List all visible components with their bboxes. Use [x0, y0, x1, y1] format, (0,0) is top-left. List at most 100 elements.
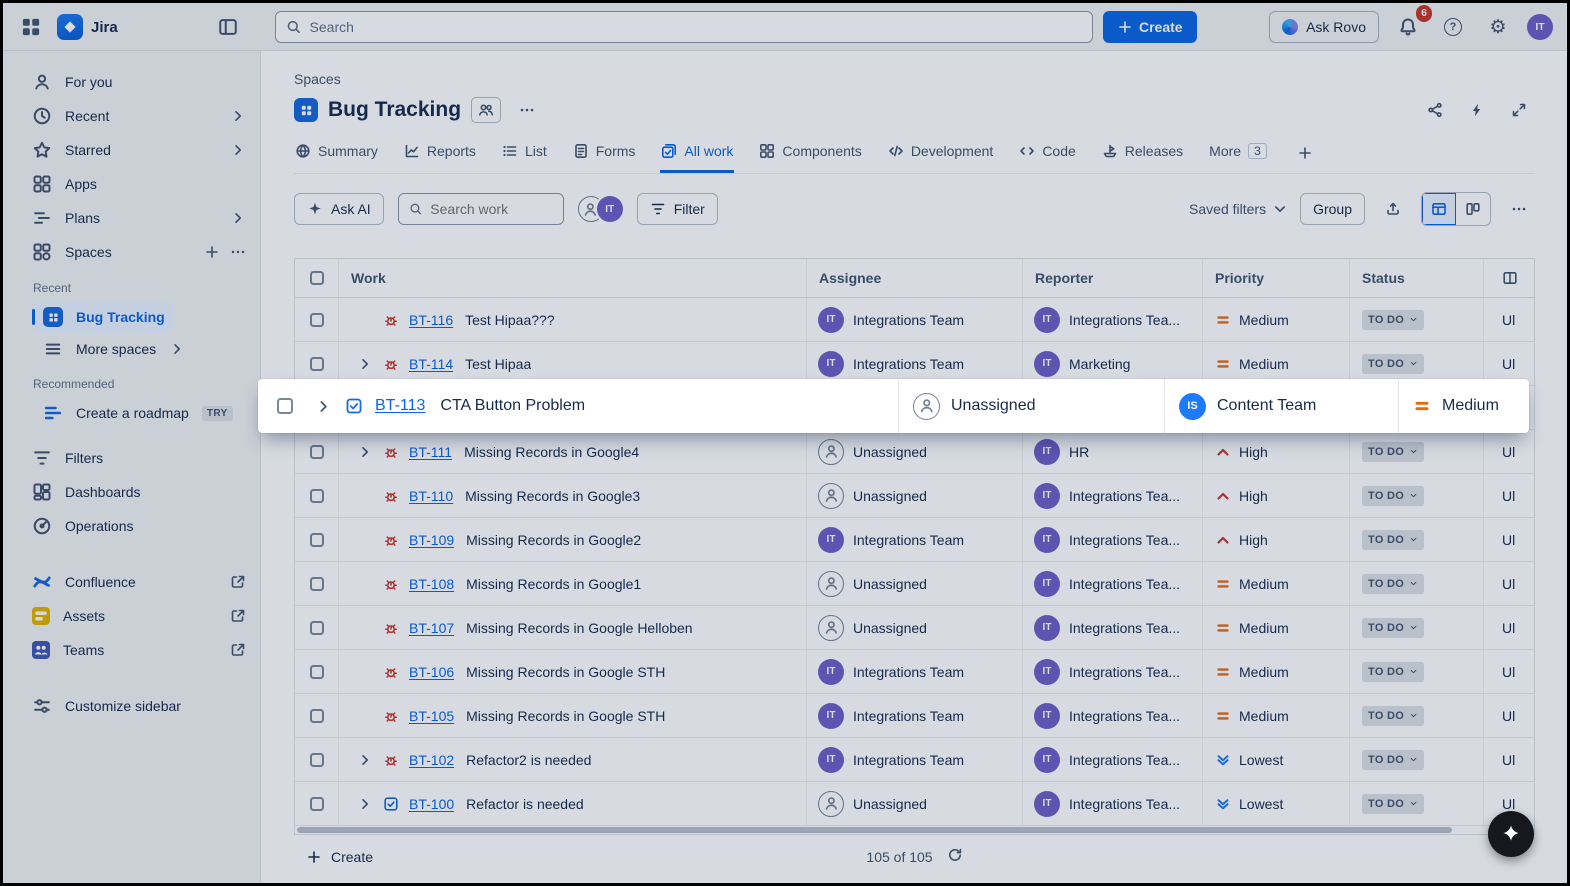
- issue-summary[interactable]: Missing Records in Google Helloben: [466, 620, 692, 636]
- issue-summary[interactable]: Missing Records in Google2: [466, 532, 641, 548]
- tab-forms[interactable]: Forms: [572, 139, 637, 173]
- automation-button[interactable]: [1461, 94, 1493, 126]
- table-row[interactable]: BT-116 Test Hipaa??? IT Integrations Team…: [295, 298, 1534, 342]
- row-checkbox[interactable]: [309, 708, 324, 723]
- spaces-more-icon[interactable]: [230, 244, 246, 260]
- sidebar-item-plans[interactable]: Plans: [3, 201, 260, 235]
- notifications-button[interactable]: 6: [1392, 5, 1432, 43]
- add-space-icon[interactable]: [204, 244, 220, 260]
- sidebar-item-dashboards[interactable]: Dashboards: [3, 475, 260, 509]
- status-badge[interactable]: TO DO: [1362, 661, 1425, 682]
- board-view-button[interactable]: [1456, 193, 1490, 225]
- sidebar-item-for-you[interactable]: For you: [3, 65, 260, 99]
- create-button[interactable]: Create: [1103, 11, 1197, 43]
- issue-key-link[interactable]: BT-106: [409, 664, 454, 680]
- expand-chevron-icon[interactable]: [357, 796, 373, 812]
- column-header-priority[interactable]: Priority: [1203, 259, 1350, 297]
- space-members-button[interactable]: [471, 97, 502, 123]
- issue-key-link[interactable]: BT-108: [409, 576, 454, 592]
- status-badge[interactable]: TO DO: [1362, 441, 1425, 462]
- table-row[interactable]: BT-110 Missing Records in Google3 Unassi…: [295, 474, 1534, 518]
- status-badge[interactable]: TO DO: [1362, 485, 1425, 506]
- rovo-chat-fab[interactable]: [1488, 811, 1534, 857]
- tab-code[interactable]: Code: [1018, 139, 1076, 173]
- group-button[interactable]: Group: [1300, 193, 1365, 225]
- assignee-filter-avatars[interactable]: IT: [577, 196, 623, 222]
- issue-key-link[interactable]: BT-113: [375, 397, 425, 415]
- status-badge[interactable]: TO DO: [1362, 617, 1425, 638]
- row-checkbox[interactable]: [309, 620, 324, 635]
- issue-key-link[interactable]: BT-102: [409, 752, 454, 768]
- row-checkbox[interactable]: [309, 576, 324, 591]
- app-switcher-button[interactable]: [15, 11, 47, 43]
- filter-button[interactable]: Filter: [636, 193, 718, 225]
- sidebar-item-apps[interactable]: Apps: [3, 167, 260, 201]
- sidebar-item-starred[interactable]: Starred: [3, 133, 260, 167]
- status-badge[interactable]: TO DO: [1362, 573, 1425, 594]
- row-checkbox[interactable]: [309, 356, 324, 371]
- tab-list[interactable]: List: [501, 139, 548, 173]
- issue-summary[interactable]: Test Hipaa???: [465, 312, 555, 328]
- row-checkbox[interactable]: [309, 312, 324, 327]
- issue-key-link[interactable]: BT-100: [409, 796, 454, 812]
- help-button[interactable]: ?: [1437, 11, 1469, 43]
- row-checkbox[interactable]: [309, 488, 324, 503]
- global-search[interactable]: [275, 11, 1093, 43]
- configure-columns-button[interactable]: [1496, 264, 1524, 292]
- issue-key-link[interactable]: BT-109: [409, 532, 454, 548]
- row-checkbox[interactable]: [309, 532, 324, 547]
- fullscreen-button[interactable]: [1503, 94, 1535, 126]
- status-badge[interactable]: TO DO: [1362, 529, 1425, 550]
- issue-summary[interactable]: Refactor2 is needed: [466, 752, 591, 768]
- expand-chevron-icon[interactable]: [315, 398, 332, 415]
- expand-chevron-icon[interactable]: [357, 752, 373, 768]
- row-checkbox[interactable]: [309, 444, 324, 459]
- issue-summary[interactable]: Missing Records in Google1: [466, 576, 641, 592]
- add-tab-button[interactable]: [1292, 140, 1318, 166]
- issue-summary[interactable]: Refactor is needed: [466, 796, 584, 812]
- tab-components[interactable]: Components: [758, 139, 862, 173]
- row-checkbox[interactable]: [309, 796, 324, 811]
- search-work-input[interactable]: [430, 201, 553, 217]
- row-checkbox[interactable]: [277, 398, 293, 414]
- status-badge[interactable]: TO DO: [1362, 309, 1425, 330]
- expand-chevron-icon[interactable]: [357, 356, 373, 372]
- profile-button[interactable]: IT: [1527, 14, 1553, 40]
- share-button[interactable]: [1419, 94, 1451, 126]
- status-badge[interactable]: TO DO: [1362, 705, 1425, 726]
- issue-key-link[interactable]: BT-110: [409, 488, 453, 504]
- title-more-button[interactable]: [511, 94, 543, 126]
- settings-button[interactable]: ⚙: [1482, 11, 1514, 43]
- sidebar-item-create-roadmap[interactable]: Create a roadmap TRY: [33, 397, 241, 429]
- expand-chevron-icon[interactable]: [357, 444, 373, 460]
- table-row[interactable]: BT-107 Missing Records in Google Hellobe…: [295, 606, 1534, 650]
- export-button[interactable]: [1377, 193, 1409, 225]
- table-row[interactable]: BT-106 Missing Records in Google STH IT I…: [295, 650, 1534, 694]
- sidebar-item-confluence[interactable]: Confluence: [3, 565, 260, 599]
- horizontal-scrollbar[interactable]: [294, 826, 1535, 834]
- column-header-assignee[interactable]: Assignee: [807, 259, 1023, 297]
- dragged-issue-row[interactable]: BT-113 CTA Button Problem Unassigned IS …: [258, 379, 1529, 433]
- column-header-status[interactable]: Status: [1350, 259, 1484, 297]
- sidebar-item-recent[interactable]: Recent: [3, 99, 260, 133]
- status-badge[interactable]: TO DO: [1362, 749, 1425, 770]
- sidebar-item-customize[interactable]: Customize sidebar: [3, 689, 260, 723]
- tab-summary[interactable]: Summary: [294, 139, 379, 173]
- issue-summary[interactable]: Missing Records in Google3: [465, 488, 640, 504]
- sidebar-item-teams[interactable]: Teams: [3, 633, 260, 667]
- sidebar-item-operations[interactable]: Operations: [3, 509, 260, 543]
- issue-summary[interactable]: Missing Records in Google4: [464, 444, 639, 460]
- table-row[interactable]: BT-105 Missing Records in Google STH IT I…: [295, 694, 1534, 738]
- table-row[interactable]: BT-108 Missing Records in Google1 Unassi…: [295, 562, 1534, 606]
- jira-brand[interactable]: Jira: [57, 14, 118, 40]
- saved-filters-button[interactable]: Saved filters: [1189, 193, 1288, 225]
- tab-reports[interactable]: Reports: [403, 139, 477, 173]
- sidebar-item-filters[interactable]: Filters: [3, 441, 260, 475]
- table-row[interactable]: BT-109 Missing Records in Google2 IT Inte…: [295, 518, 1534, 562]
- sidebar-item-spaces[interactable]: Spaces: [3, 235, 260, 269]
- column-header-reporter[interactable]: Reporter: [1023, 259, 1203, 297]
- sidebar-item-more-spaces[interactable]: More spaces: [33, 333, 193, 365]
- tab-releases[interactable]: Releases: [1101, 139, 1184, 173]
- issue-key-link[interactable]: BT-107: [409, 620, 454, 636]
- issue-summary[interactable]: Missing Records in Google STH: [466, 708, 665, 724]
